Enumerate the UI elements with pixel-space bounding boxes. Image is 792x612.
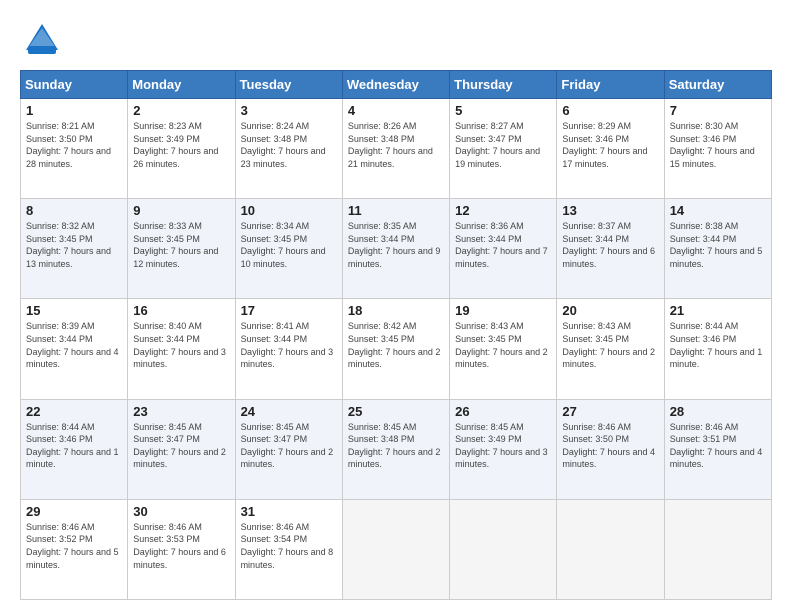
calendar-week-row: 1Sunrise: 8:21 AMSunset: 3:50 PMDaylight…	[21, 99, 772, 199]
calendar-cell-31: 31Sunrise: 8:46 AMSunset: 3:54 PMDayligh…	[235, 499, 342, 599]
page: SundayMondayTuesdayWednesdayThursdayFrid…	[0, 0, 792, 612]
day-header-sunday: Sunday	[21, 71, 128, 99]
calendar-cell-15: 15Sunrise: 8:39 AMSunset: 3:44 PMDayligh…	[21, 299, 128, 399]
calendar-cell-7: 7Sunrise: 8:30 AMSunset: 3:46 PMDaylight…	[664, 99, 771, 199]
calendar-cell-29: 29Sunrise: 8:46 AMSunset: 3:52 PMDayligh…	[21, 499, 128, 599]
calendar-cell-24: 24Sunrise: 8:45 AMSunset: 3:47 PMDayligh…	[235, 399, 342, 499]
day-header-thursday: Thursday	[450, 71, 557, 99]
calendar-cell-empty	[557, 499, 664, 599]
calendar-cell-5: 5Sunrise: 8:27 AMSunset: 3:47 PMDaylight…	[450, 99, 557, 199]
calendar-week-row: 22Sunrise: 8:44 AMSunset: 3:46 PMDayligh…	[21, 399, 772, 499]
day-header-saturday: Saturday	[664, 71, 771, 99]
calendar-week-row: 15Sunrise: 8:39 AMSunset: 3:44 PMDayligh…	[21, 299, 772, 399]
calendar-cell-8: 8Sunrise: 8:32 AMSunset: 3:45 PMDaylight…	[21, 199, 128, 299]
calendar-cell-30: 30Sunrise: 8:46 AMSunset: 3:53 PMDayligh…	[128, 499, 235, 599]
calendar-cell-26: 26Sunrise: 8:45 AMSunset: 3:49 PMDayligh…	[450, 399, 557, 499]
calendar-cell-23: 23Sunrise: 8:45 AMSunset: 3:47 PMDayligh…	[128, 399, 235, 499]
calendar-cell-19: 19Sunrise: 8:43 AMSunset: 3:45 PMDayligh…	[450, 299, 557, 399]
calendar-header-row: SundayMondayTuesdayWednesdayThursdayFrid…	[21, 71, 772, 99]
calendar-cell-empty	[664, 499, 771, 599]
calendar-cell-10: 10Sunrise: 8:34 AMSunset: 3:45 PMDayligh…	[235, 199, 342, 299]
calendar-cell-12: 12Sunrise: 8:36 AMSunset: 3:44 PMDayligh…	[450, 199, 557, 299]
calendar-cell-28: 28Sunrise: 8:46 AMSunset: 3:51 PMDayligh…	[664, 399, 771, 499]
logo	[20, 18, 68, 62]
calendar-week-row: 29Sunrise: 8:46 AMSunset: 3:52 PMDayligh…	[21, 499, 772, 599]
day-header-wednesday: Wednesday	[342, 71, 449, 99]
calendar-cell-16: 16Sunrise: 8:40 AMSunset: 3:44 PMDayligh…	[128, 299, 235, 399]
calendar-cell-14: 14Sunrise: 8:38 AMSunset: 3:44 PMDayligh…	[664, 199, 771, 299]
day-header-monday: Monday	[128, 71, 235, 99]
calendar-cell-1: 1Sunrise: 8:21 AMSunset: 3:50 PMDaylight…	[21, 99, 128, 199]
calendar-cell-9: 9Sunrise: 8:33 AMSunset: 3:45 PMDaylight…	[128, 199, 235, 299]
calendar-cell-2: 2Sunrise: 8:23 AMSunset: 3:49 PMDaylight…	[128, 99, 235, 199]
calendar-cell-27: 27Sunrise: 8:46 AMSunset: 3:50 PMDayligh…	[557, 399, 664, 499]
calendar-cell-20: 20Sunrise: 8:43 AMSunset: 3:45 PMDayligh…	[557, 299, 664, 399]
logo-icon	[20, 18, 64, 62]
calendar-cell-4: 4Sunrise: 8:26 AMSunset: 3:48 PMDaylight…	[342, 99, 449, 199]
calendar-cell-18: 18Sunrise: 8:42 AMSunset: 3:45 PMDayligh…	[342, 299, 449, 399]
calendar-cell-17: 17Sunrise: 8:41 AMSunset: 3:44 PMDayligh…	[235, 299, 342, 399]
calendar-cell-25: 25Sunrise: 8:45 AMSunset: 3:48 PMDayligh…	[342, 399, 449, 499]
calendar-cell-empty	[450, 499, 557, 599]
header	[20, 18, 772, 62]
calendar-cell-22: 22Sunrise: 8:44 AMSunset: 3:46 PMDayligh…	[21, 399, 128, 499]
calendar-week-row: 8Sunrise: 8:32 AMSunset: 3:45 PMDaylight…	[21, 199, 772, 299]
day-header-tuesday: Tuesday	[235, 71, 342, 99]
calendar-cell-3: 3Sunrise: 8:24 AMSunset: 3:48 PMDaylight…	[235, 99, 342, 199]
calendar-table: SundayMondayTuesdayWednesdayThursdayFrid…	[20, 70, 772, 600]
calendar-cell-21: 21Sunrise: 8:44 AMSunset: 3:46 PMDayligh…	[664, 299, 771, 399]
calendar-cell-11: 11Sunrise: 8:35 AMSunset: 3:44 PMDayligh…	[342, 199, 449, 299]
calendar-cell-empty	[342, 499, 449, 599]
calendar-cell-13: 13Sunrise: 8:37 AMSunset: 3:44 PMDayligh…	[557, 199, 664, 299]
day-header-friday: Friday	[557, 71, 664, 99]
calendar-cell-6: 6Sunrise: 8:29 AMSunset: 3:46 PMDaylight…	[557, 99, 664, 199]
